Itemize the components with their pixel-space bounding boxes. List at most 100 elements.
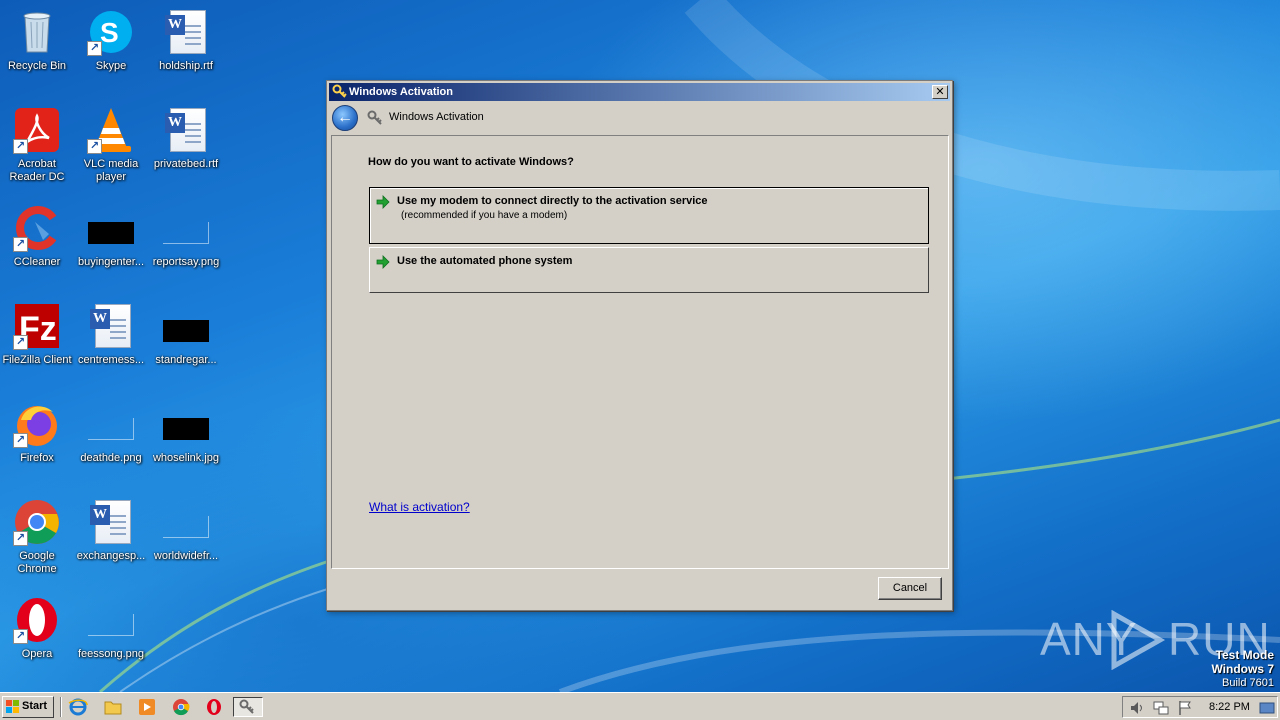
chrome-icon: ↗ bbox=[13, 498, 61, 546]
image-file-icon bbox=[87, 596, 135, 644]
image-file-icon bbox=[162, 204, 210, 252]
desktop-icon-label: Recycle Bin bbox=[7, 60, 67, 72]
desktop-icon-buyingenter[interactable]: buyingenter... bbox=[74, 198, 148, 288]
desktop-icon-centremess[interactable]: W centremess... bbox=[74, 296, 148, 386]
internet-explorer-icon[interactable] bbox=[67, 697, 89, 717]
start-label: Start bbox=[22, 700, 48, 712]
cancel-button[interactable]: Cancel bbox=[878, 577, 942, 600]
desktop-icon-label: reportsay.png bbox=[152, 256, 220, 268]
desktop-icon-label: Acrobat Reader DC bbox=[9, 158, 65, 183]
vlc-icon: ↗ bbox=[87, 106, 135, 154]
activation-key-icon[interactable] bbox=[233, 697, 263, 717]
desktop-icon-recycle-bin[interactable]: Recycle Bin bbox=[0, 2, 74, 92]
key-icon bbox=[367, 110, 382, 125]
image-file-icon bbox=[162, 498, 210, 546]
image-file-icon bbox=[87, 204, 135, 252]
green-arrow-icon bbox=[376, 255, 390, 269]
desktop-icon-label: VLC media player bbox=[83, 158, 139, 183]
desktop-icon-label: Firefox bbox=[20, 452, 54, 464]
dialog-title: Windows Activation bbox=[349, 86, 453, 98]
desktop-icon-acrobat[interactable]: ↗ Acrobat Reader DC bbox=[0, 100, 74, 190]
test-mode-label: Test Mode bbox=[1215, 648, 1274, 662]
option-modem[interactable]: Use my modem to connect directly to the … bbox=[369, 187, 929, 244]
word-document-icon: W bbox=[87, 302, 135, 350]
show-desktop-icon[interactable] bbox=[1259, 700, 1275, 716]
dialog-titlebar[interactable]: Windows Activation ✕ bbox=[329, 83, 950, 101]
desktop-icon-label: CCleaner bbox=[13, 256, 61, 268]
firefox-icon: ↗ bbox=[13, 400, 61, 448]
filezilla-icon: Fz ↗ bbox=[13, 302, 61, 350]
chrome-icon[interactable] bbox=[170, 697, 192, 717]
option-modem-title: Use my modem to connect directly to the … bbox=[397, 195, 708, 207]
taskbar-separator bbox=[60, 697, 62, 717]
test-mode-notice: Test Mode Windows 7 Build 7601 bbox=[1211, 648, 1274, 690]
desktop-icon-skype[interactable]: S ↗ Skype bbox=[74, 2, 148, 92]
nav-title: Windows Activation bbox=[389, 111, 484, 123]
desktop-icon-exchangesp[interactable]: W exchangesp... bbox=[74, 492, 148, 582]
desktop-icon-vlc[interactable]: ↗ VLC media player bbox=[74, 100, 148, 190]
option-phone[interactable]: Use the automated phone system bbox=[369, 247, 929, 293]
taskbar: Start 8:22 PM bbox=[0, 692, 1280, 720]
desktop-icon-label: FileZilla Client bbox=[2, 354, 72, 366]
play-logo-icon bbox=[1111, 610, 1166, 670]
desktop-icon-feessong[interactable]: feessong.png bbox=[74, 590, 148, 680]
desktop-icon-opera[interactable]: ↗ Opera bbox=[0, 590, 74, 680]
desktop-icon-label: holdship.rtf bbox=[159, 60, 213, 72]
desktop-icon-reportsay[interactable]: reportsay.png bbox=[149, 198, 223, 288]
dialog-navbar: ← Windows Activation bbox=[329, 101, 950, 135]
desktop-icon-label: exchangesp... bbox=[76, 550, 146, 562]
close-button[interactable]: ✕ bbox=[932, 85, 948, 99]
desktop-icon-label: Opera bbox=[21, 648, 53, 660]
desktop-icon-chrome[interactable]: ↗ Google Chrome bbox=[0, 492, 74, 582]
action-center-flag-icon[interactable] bbox=[1177, 700, 1193, 716]
recycle-bin-icon bbox=[13, 8, 61, 56]
shortcut-arrow-icon: ↗ bbox=[13, 531, 28, 546]
activation-question: How do you want to activate Windows? bbox=[368, 156, 574, 168]
shortcut-arrow-icon: ↗ bbox=[13, 139, 28, 154]
back-button[interactable]: ← bbox=[332, 105, 358, 131]
desktop-icon-holdship[interactable]: W holdship.rtf bbox=[149, 2, 223, 92]
close-icon: ✕ bbox=[935, 86, 945, 98]
desktop-icon-filezilla[interactable]: Fz ↗ FileZilla Client bbox=[0, 296, 74, 386]
start-button[interactable]: Start bbox=[2, 696, 54, 718]
volume-icon[interactable] bbox=[1129, 700, 1145, 716]
clock[interactable]: 8:22 PM bbox=[1209, 701, 1250, 713]
acrobat-reader-icon: ↗ bbox=[13, 106, 61, 154]
network-icon[interactable] bbox=[1153, 700, 1169, 716]
shortcut-arrow-icon: ↗ bbox=[87, 41, 102, 56]
desktop-icon-label: deathde.png bbox=[80, 452, 142, 464]
desktop-icon-label: feessong.png bbox=[77, 648, 145, 660]
desktop-icon-label: standregar... bbox=[155, 354, 217, 366]
desktop-icon-label: buyingenter... bbox=[77, 256, 145, 268]
build-label: Build 7601 bbox=[1222, 677, 1274, 689]
opera-icon[interactable] bbox=[203, 697, 225, 717]
desktop-icon-label: privatebed.rtf bbox=[153, 158, 219, 170]
system-tray: 8:22 PM bbox=[1122, 696, 1278, 718]
skype-icon: S ↗ bbox=[87, 8, 135, 56]
option-phone-title: Use the automated phone system bbox=[397, 255, 573, 267]
desktop-icon-label: whoselink.jpg bbox=[152, 452, 220, 464]
option-modem-subtitle: (recommended if you have a modem) bbox=[401, 210, 568, 221]
desktop-icon-privatebed[interactable]: W privatebed.rtf bbox=[149, 100, 223, 190]
explorer-folder-icon[interactable] bbox=[102, 697, 124, 717]
desktop-icon-ccleaner[interactable]: ↗ CCleaner bbox=[0, 198, 74, 288]
word-document-icon: W bbox=[162, 8, 210, 56]
desktop-icon-label: centremess... bbox=[77, 354, 145, 366]
image-file-icon bbox=[87, 400, 135, 448]
key-icon bbox=[332, 84, 347, 98]
desktop-icon-worldwidefr[interactable]: worldwidefr... bbox=[149, 492, 223, 582]
shortcut-arrow-icon: ↗ bbox=[13, 237, 28, 252]
svg-text:S: S bbox=[100, 17, 119, 48]
shortcut-arrow-icon: ↗ bbox=[13, 335, 28, 350]
desktop-icon-whoselink[interactable]: whoselink.jpg bbox=[149, 394, 223, 484]
windows-activation-dialog: Windows Activation ✕ ← Windows Activatio… bbox=[326, 80, 953, 611]
what-is-activation-link[interactable]: What is activation? bbox=[369, 500, 470, 514]
desktop-icon-firefox[interactable]: ↗ Firefox bbox=[0, 394, 74, 484]
word-document-icon: W bbox=[87, 498, 135, 546]
media-player-icon[interactable] bbox=[136, 697, 158, 717]
shortcut-arrow-icon: ↗ bbox=[87, 139, 102, 154]
desktop-icon-deathde[interactable]: deathde.png bbox=[74, 394, 148, 484]
image-file-icon bbox=[162, 400, 210, 448]
dialog-content: How do you want to activate Windows? Use… bbox=[331, 135, 949, 569]
desktop-icon-standregar[interactable]: standregar... bbox=[149, 296, 223, 386]
